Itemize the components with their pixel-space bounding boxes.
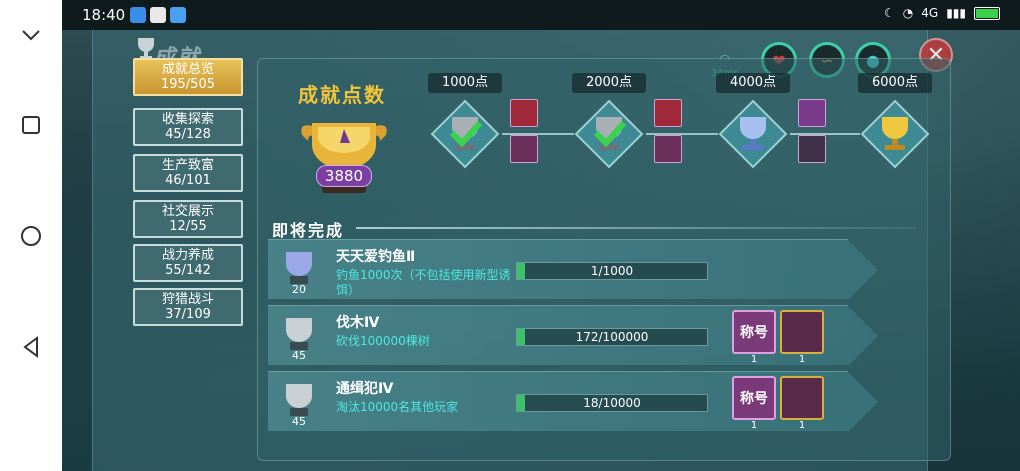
achievement-medal-icon: 45 (286, 384, 312, 428)
achievement-level: 45 (292, 349, 306, 362)
sidebar-item-count: 37/109 (165, 307, 211, 322)
row-arrow-tip (848, 306, 878, 366)
network-type: 4G (921, 6, 939, 20)
frame-reward-icon[interactable] (780, 310, 824, 354)
progress-bar: 172/100000 (516, 328, 708, 346)
achievement-row[interactable]: 45 伐木Ⅳ 砍伐100000棵树 172/100000 称号 1 1 (268, 305, 878, 366)
achievement-content: 成就点数 3880 1000点 2000点 4000点 6000点 即将完成 20 天天… (257, 58, 951, 461)
recents-icon[interactable] (16, 110, 46, 140)
achievement-level: 20 (292, 283, 306, 296)
status-bar: 18:40 ☾ ◔ 4G ▮▮▮ (62, 0, 1020, 30)
sidebar-item-count: 195/505 (160, 77, 215, 92)
sidebar-item-label: 生产致富 (161, 158, 214, 173)
milestone-label: 4000点 (716, 73, 790, 93)
milestone-reward-icon[interactable] (798, 135, 826, 163)
milestone-label: 6000点 (858, 73, 932, 93)
sidebar-item-label: 狩猎战斗 (161, 292, 214, 307)
home-icon[interactable] (16, 221, 46, 251)
sidebar-item-label: 成就总览 (161, 62, 214, 77)
title-reward-icon[interactable]: 称号 (732, 310, 776, 354)
moon-icon: ☾ (884, 6, 895, 20)
sidebar-item-1[interactable]: 收集探索 45/128 (133, 108, 243, 146)
reward-count: 1 (750, 354, 758, 365)
chevron-down-icon[interactable] (16, 20, 46, 50)
sidebar-item-count: 45/128 (165, 127, 211, 142)
milestone-label: 2000点 (572, 73, 646, 93)
milestone-silver-trophy-icon[interactable] (430, 99, 500, 169)
milestone-gold-trophy-icon[interactable] (860, 99, 930, 169)
signal-icon: ▮▮▮ (946, 6, 966, 20)
progress-text: 1/1000 (590, 264, 634, 278)
reward-count: 1 (750, 420, 758, 431)
milestone-blue-trophy-icon[interactable] (718, 99, 788, 169)
app-notification-icon (130, 7, 146, 23)
achievement-medal-icon: 45 (286, 318, 312, 362)
milestone-reward-icon[interactable] (510, 99, 538, 127)
achievement-row[interactable]: 45 通缉犯Ⅳ 淘汰10000名其他玩家 18/10000 称号 1 1 (268, 371, 878, 432)
reward-label: 称号 (740, 391, 768, 407)
points-value: 3880 (316, 165, 372, 187)
milestone-reward-icon[interactable] (654, 135, 682, 163)
progress-bar: 1/1000 (516, 262, 708, 280)
sidebar-item-count: 55/142 (165, 263, 211, 278)
title-reward-icon[interactable]: 称号 (732, 376, 776, 420)
game-scene: 成就 ◠ 34ms ❤ ∽ ● ✕ 成就总览195/505收集探索45/128生… (62, 30, 1020, 471)
reward-label: 称号 (740, 325, 768, 341)
row-arrow-tip (848, 372, 878, 432)
milestone-reward-icon[interactable] (798, 99, 826, 127)
achievement-name: 通缉犯Ⅳ (336, 381, 394, 397)
achievement-desc: 钓鱼1000次（不包括使用新型诱饵） (336, 268, 511, 297)
progress-bar: 18/10000 (516, 394, 708, 412)
system-navbar (0, 0, 62, 471)
sidebar-item-4[interactable]: 战力养成 55/142 (133, 244, 243, 282)
sidebar-item-label: 收集探索 (161, 112, 214, 127)
status-icons: ☾ ◔ 4G ▮▮▮ (884, 6, 1000, 20)
achievement-panel: 成就 ◠ 34ms ❤ ∽ ● ✕ 成就总览195/505收集探索45/128生… (92, 30, 953, 471)
milestone-reward-icon[interactable] (510, 135, 538, 163)
reward-count: 1 (798, 420, 806, 431)
row-arrow-tip (848, 240, 878, 300)
milestone-silver-trophy-icon[interactable] (574, 99, 644, 169)
sidebar-item-label: 战力养成 (161, 248, 214, 263)
app-notification-icon (150, 7, 166, 23)
app-notification-icon (170, 7, 186, 23)
progress-text: 18/10000 (583, 396, 641, 410)
achievement-level: 45 (292, 415, 306, 428)
divider (356, 227, 916, 229)
achievement-name: 伐木Ⅳ (336, 315, 380, 331)
sidebar-item-count: 12/55 (169, 219, 207, 234)
achievement-name: 天天爱钓鱼Ⅱ (336, 249, 416, 265)
sidebar-item-label: 社交展示 (161, 204, 214, 219)
back-icon[interactable] (16, 332, 46, 362)
sidebar-item-2[interactable]: 生产致富 46/101 (133, 154, 243, 192)
sidebar-item-count: 46/101 (165, 173, 211, 188)
progress-text: 172/100000 (575, 330, 649, 344)
wifi-icon: ◔ (902, 6, 914, 20)
achievement-row[interactable]: 20 天天爱钓鱼Ⅱ 钓鱼1000次（不包括使用新型诱饵） 1/1000 (268, 239, 878, 300)
clock: 18:40 (82, 6, 126, 24)
sidebar-item-0[interactable]: 成就总览 195/505 (133, 58, 243, 96)
achievement-desc: 砍伐100000棵树 (336, 334, 430, 348)
points-title: 成就点数 (298, 83, 386, 107)
frame-reward-icon[interactable] (780, 376, 824, 420)
reward-count: 1 (798, 354, 806, 365)
sidebar-item-5[interactable]: 狩猎战斗 37/109 (133, 288, 243, 326)
achievement-medal-icon: 20 (286, 252, 312, 296)
milestone-label: 1000点 (428, 73, 502, 93)
achievement-desc: 淘汰10000名其他玩家 (336, 400, 459, 414)
upcoming-title: 即将完成 (272, 221, 345, 240)
battery-icon (974, 6, 1000, 20)
milestone-reward-icon[interactable] (654, 99, 682, 127)
sidebar-item-3[interactable]: 社交展示 12/55 (133, 200, 243, 238)
